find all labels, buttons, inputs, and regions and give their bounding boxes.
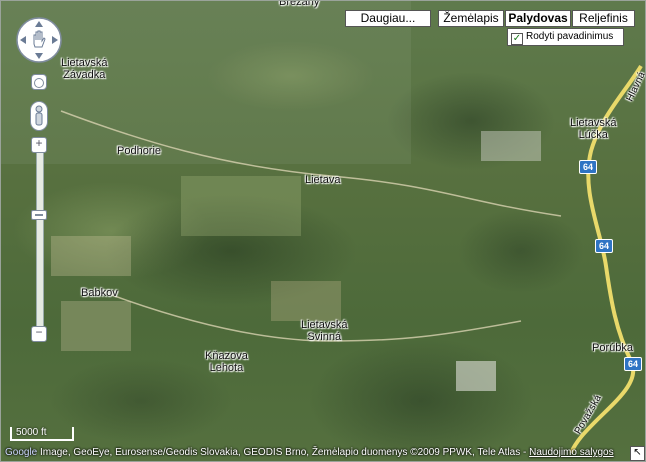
center-map-button[interactable] [31,74,47,90]
show-labels-toggle[interactable]: ✓ Rodyti pavadinimus [507,28,624,46]
circle-icon [34,78,44,88]
minus-icon: − [35,325,43,339]
field-patch [271,281,341,321]
place-porubka: Porúbka [592,342,633,354]
place-brezany: Brezany [279,0,320,8]
quarry-patch [456,361,496,391]
place-babkov: Babkov [81,287,118,299]
map-type-satellite-button[interactable]: Palydovas [505,10,571,27]
place-knazova-lehota: Kňazova Lehota [205,350,248,374]
minus-icon [35,214,43,216]
map-type-more-button[interactable]: Daugiau... [345,10,431,27]
place-podhorie: Podhorie [117,145,162,157]
plus-icon: + [35,136,43,150]
pegman-icon [35,105,43,126]
overview-map-toggle[interactable]: ↖ [630,446,645,461]
satellite-map[interactable]: 64 64 64 Hlavná Považská Brezany Lietavs… [0,0,646,462]
show-labels-label: Rodyti pavadinimus [526,31,614,42]
zoom-slider-handle[interactable] [31,210,47,220]
zoom-slider-track[interactable] [36,151,44,326]
pan-control[interactable] [15,16,63,64]
field-patch [181,176,301,236]
road-shield-64: 64 [624,357,643,371]
road-shield-64: 64 [579,160,598,174]
attribution-bar: Google Image, GeoEye, Eurosense/Geodis S… [1,445,645,461]
minor-road [60,110,562,217]
scale-bar: 5000 ft [10,427,74,441]
zoom-out-button[interactable]: − [31,326,47,342]
place-lietavska-lucka: Lietavská Lúčka [570,117,617,141]
place-lietavska-zavadka: Lietavská Závadka [61,57,108,81]
terms-of-use-link[interactable]: Naudojimo salygos [529,447,614,458]
map-type-map-button[interactable]: Žemėlapis [438,10,504,27]
road-shield-64: 64 [595,239,614,253]
quarry-patch [481,131,541,161]
google-logo[interactable]: Google [5,447,37,458]
street-view-pegman-button[interactable] [30,101,48,131]
checkbox-checked-icon[interactable]: ✓ [511,33,523,45]
zoom-in-button[interactable]: + [31,137,47,153]
attribution-text: Image, GeoEye, Eurosense/Geodis Slovakia… [40,447,530,458]
field-patch [61,301,131,351]
place-lietavska-svinna: Lietavská Svinná [301,319,348,343]
place-lietava: Lietava [305,174,341,186]
map-type-terrain-button[interactable]: Reljefinis [572,10,635,27]
field-patch [51,236,131,276]
expand-arrow-icon: ↖ [633,447,642,458]
